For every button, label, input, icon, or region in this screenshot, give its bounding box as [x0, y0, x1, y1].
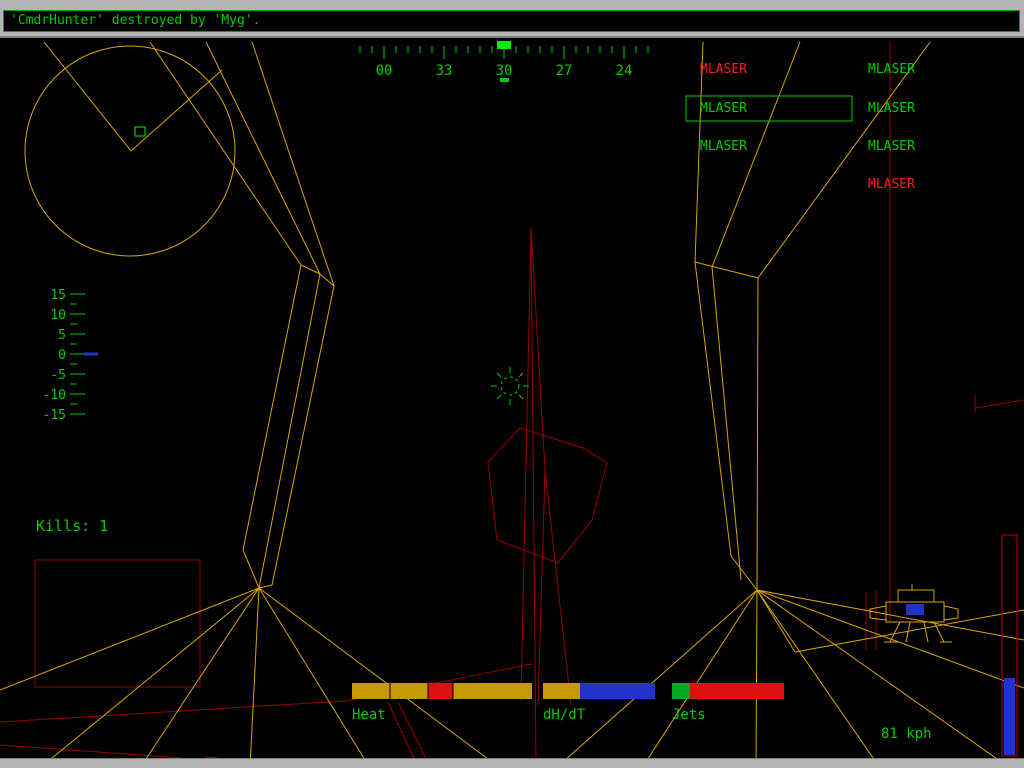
- cockpit-viewport: 00 33 30 27 24 15 10 5 0 -5 -10 -15 Kill…: [0, 0, 1024, 768]
- enemy-mech-wireframe: [870, 584, 958, 642]
- throttle-gauge-fill: [1004, 678, 1015, 755]
- weapon-item[interactable]: MLASER: [868, 62, 915, 77]
- red-road-lines: [388, 702, 428, 763]
- left-strut-lower: [243, 265, 334, 588]
- weapon-list: MLASER MLASER MLASER MLASER MLASER MLASE…: [686, 62, 915, 192]
- compass-label: 30: [496, 63, 513, 79]
- shoulder-joint-spokes: [44, 42, 222, 151]
- pitch-label: -15: [43, 408, 66, 423]
- window-titlebar: 'CmdrHunter' destroyed by 'Myg'.: [0, 0, 1024, 38]
- shoulder-joint-circle: [25, 46, 235, 256]
- dhdt-bar: [543, 683, 580, 699]
- kills-counter: Kills: 1: [36, 517, 108, 535]
- pitch-major-ticks: [70, 294, 85, 414]
- mech-head: [898, 584, 934, 602]
- weapon-item[interactable]: MLASER: [868, 139, 915, 154]
- heat-bar-danger-segment: [428, 683, 453, 699]
- dhdt-bar-label: dH/dT: [543, 707, 586, 723]
- kill-message-text: 'CmdrHunter' destroyed by 'Myg'.: [10, 13, 260, 28]
- right-knee-fan: [556, 590, 1024, 768]
- red-mech-projection-lines: [866, 590, 876, 650]
- pitch-label: -5: [50, 368, 66, 383]
- weapon-item[interactable]: MLASER: [868, 177, 915, 192]
- heat-bar-label: Heat: [352, 707, 386, 723]
- red-right-marks: [975, 395, 1024, 412]
- heading-pointer: [497, 41, 511, 49]
- compass-tape: 00 33 30 27 24: [360, 41, 648, 82]
- compass-label: 24: [616, 63, 633, 79]
- red-ground-lines: [0, 664, 532, 768]
- aim-reticle-icon: [491, 367, 529, 405]
- right-strut-lower: [695, 262, 758, 590]
- pitch-label: 10: [50, 308, 66, 323]
- weapon-item[interactable]: MLASER: [868, 101, 915, 116]
- mech-core: [906, 604, 924, 615]
- game-screen: 00 33 30 27 24 15 10 5 0 -5 -10 -15 Kill…: [0, 0, 1024, 768]
- compass-label: 27: [556, 63, 573, 79]
- radar-contact-marker: [135, 127, 145, 136]
- pitch-ladder: 15 10 5 0 -5 -10 -15: [43, 288, 98, 423]
- speed-readout: 81 kph: [881, 726, 932, 742]
- bottom-window-strip: [0, 758, 1024, 768]
- jets-bar: [690, 683, 784, 699]
- kill-message-box: 'CmdrHunter' destroyed by 'Myg'.: [3, 10, 1020, 32]
- jets-bar-label: Jets: [672, 707, 706, 723]
- pitch-label: -10: [43, 388, 66, 403]
- pitch-label: 0: [58, 348, 66, 363]
- red-spire: [521, 228, 571, 760]
- red-building-outline: [35, 560, 200, 687]
- compass-label: 00: [376, 63, 393, 79]
- left-knee-fan: [0, 588, 500, 768]
- weapon-item-selected[interactable]: MLASER: [700, 101, 747, 116]
- weapon-item[interactable]: MLASER: [700, 139, 747, 154]
- throttle-gauge: [1002, 535, 1017, 756]
- compass-label: 33: [436, 63, 453, 79]
- pitch-label: 15: [50, 288, 66, 303]
- status-bars: Heat dH/dT Jets: [352, 683, 784, 723]
- weapon-item[interactable]: MLASER: [700, 62, 747, 77]
- pitch-label: 5: [58, 328, 66, 343]
- left-strut-upper: [150, 42, 334, 286]
- mech-right-arm: [944, 606, 958, 620]
- jets-bar-green-segment: [672, 683, 690, 699]
- dhdt-bar-blue-segment: [580, 683, 655, 699]
- right-strut-upper: [695, 42, 930, 278]
